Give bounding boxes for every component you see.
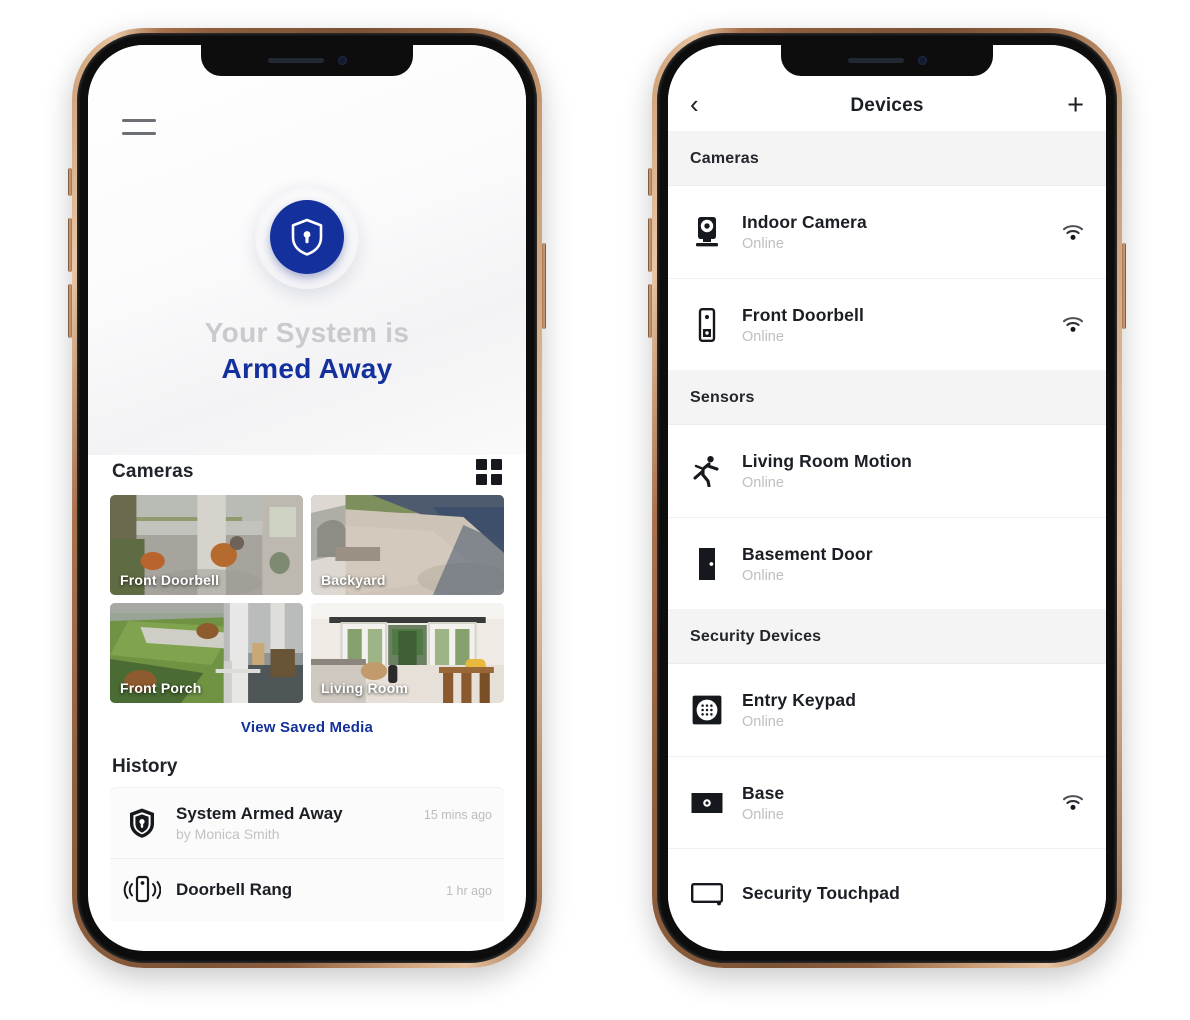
camera-tile-label: Front Doorbell (120, 572, 220, 588)
device-name: Indoor Camera (742, 212, 867, 232)
home-screen: Your System is Armed Away Cameras Front … (88, 45, 526, 951)
camera-tile-label: Backyard (321, 572, 386, 588)
camera-tile-label: Front Porch (120, 680, 202, 696)
device-name: Basement Door (742, 543, 873, 564)
section-header-security-devices: Security Devices (668, 609, 1106, 664)
device-row[interactable]: Living Room Motion Online (668, 425, 1106, 517)
indoor-camera-icon (690, 216, 724, 248)
history-item-body: System Armed Away 15 mins ago by Monica … (176, 804, 492, 842)
doorbell-ring-icon (122, 875, 162, 905)
wifi-icon (1060, 224, 1084, 241)
device-name: Front Doorbell (742, 304, 864, 325)
device-status: Online (742, 475, 784, 491)
page-title: Devices (850, 95, 924, 116)
phone-bezel: Your System is Armed Away Cameras Front … (77, 33, 537, 963)
device-name: Entry Keypad (742, 690, 857, 710)
device-row-text: Base Online (742, 783, 1042, 823)
silent-switch[interactable] (648, 168, 652, 196)
notch (781, 45, 993, 76)
camera-tile-label: Living Room (321, 680, 408, 696)
home-hero: Your System is Armed Away (88, 45, 526, 455)
volume-down-button[interactable] (68, 284, 72, 338)
wifi-icon (1060, 794, 1084, 811)
device-row[interactable]: Front Doorbell Online (668, 278, 1106, 370)
device-row-text: Indoor Camera Online (742, 212, 1042, 252)
device-row-text: Living Room Motion Online (742, 451, 1042, 491)
device-status: Online (742, 236, 784, 252)
device-row[interactable]: Indoor Camera Online (668, 186, 1106, 278)
chevron-left-icon[interactable]: ‹ (690, 91, 720, 117)
history-heading: History (112, 756, 178, 777)
device-name: Security Touchpad (742, 882, 900, 903)
shield-halo (255, 185, 359, 289)
camera-tile[interactable]: Backyard (311, 495, 504, 595)
camera-tile-grid: Front Doorbell Backyard Front Porch Livi… (110, 495, 504, 703)
history-item-time: 1 hr ago (446, 884, 492, 898)
devices-screen: ‹ Devices + Cameras Indoor Camera Online… (668, 45, 1106, 951)
earpiece-speaker (847, 58, 904, 63)
device-row-text: Front Doorbell Online (742, 305, 1042, 345)
earpiece-speaker (267, 58, 324, 63)
history-item-time: 15 mins ago (423, 808, 492, 822)
device-row-text: Entry Keypad Online (742, 690, 1042, 730)
grid-view-icon[interactable] (476, 459, 502, 485)
section-header-sensors: Sensors (668, 370, 1106, 425)
volume-up-button[interactable] (648, 218, 652, 272)
door-sensor-icon (690, 547, 724, 581)
system-status-indicator[interactable] (88, 45, 526, 289)
status-value: Armed Away (221, 353, 393, 384)
device-status: Online (742, 328, 784, 345)
front-camera (917, 56, 927, 65)
power-button[interactable] (1122, 243, 1126, 329)
view-saved-media-link[interactable]: View Saved Media (110, 703, 504, 750)
silent-switch[interactable] (68, 168, 72, 196)
device-row[interactable]: Base Online (668, 756, 1106, 848)
camera-tile[interactable]: Front Porch (110, 603, 303, 703)
history-section: History System Armed Away 15 mins ago by… (88, 750, 526, 921)
history-item[interactable]: System Armed Away 15 mins ago by Monica … (110, 788, 504, 858)
device-row-text: Security Touchpad (742, 883, 1042, 907)
volume-up-button[interactable] (68, 218, 72, 272)
hamburger-icon[interactable] (122, 119, 156, 135)
device-status: Online (742, 567, 784, 584)
device-row-text: Basement Door Online (742, 544, 1042, 584)
motion-sensor-icon (690, 455, 724, 487)
doorbell-icon (690, 307, 724, 342)
camera-tile[interactable]: Front Doorbell (110, 495, 303, 595)
system-status-text: Your System is Armed Away (88, 317, 526, 455)
keypad-icon (690, 695, 724, 725)
history-item[interactable]: Doorbell Rang 1 hr ago (110, 858, 504, 921)
phone-device-right: ‹ Devices + Cameras Indoor Camera Online… (648, 28, 1126, 968)
device-row[interactable]: Entry Keypad Online (668, 664, 1106, 756)
touchpad-icon (690, 882, 724, 907)
cameras-section: Cameras Front Doorbell Backyard Front Po… (88, 455, 526, 750)
history-card: System Armed Away 15 mins ago by Monica … (110, 788, 504, 921)
history-item-title: Doorbell Rang (176, 880, 293, 899)
status-prefix: Your System is (204, 317, 410, 348)
shield-lock-icon (270, 200, 344, 274)
plus-icon[interactable]: + (1054, 90, 1084, 119)
volume-down-button[interactable] (648, 284, 652, 338)
device-row[interactable]: Security Touchpad (668, 848, 1106, 940)
device-status: Online (742, 806, 784, 823)
wifi-icon (1060, 316, 1084, 333)
history-item-subtitle: by Monica Smith (176, 826, 280, 842)
shield-lock-icon (122, 807, 162, 839)
history-item-body: Doorbell Rang 1 hr ago (176, 880, 492, 900)
history-item-title: System Armed Away (176, 804, 343, 823)
front-camera (337, 56, 347, 65)
cameras-heading: Cameras (112, 461, 194, 482)
device-status: Online (742, 714, 784, 730)
device-name: Living Room Motion (742, 451, 912, 471)
section-header-cameras: Cameras (668, 131, 1106, 186)
phone-bezel: ‹ Devices + Cameras Indoor Camera Online… (657, 33, 1117, 963)
notch (201, 45, 413, 76)
device-name: Base (742, 782, 785, 803)
power-button[interactable] (542, 243, 546, 329)
device-row[interactable]: Basement Door Online (668, 517, 1106, 609)
phone-device-left: Your System is Armed Away Cameras Front … (68, 28, 546, 968)
cameras-header: Cameras (110, 455, 504, 495)
base-station-icon (690, 792, 724, 814)
camera-tile[interactable]: Living Room (311, 603, 504, 703)
